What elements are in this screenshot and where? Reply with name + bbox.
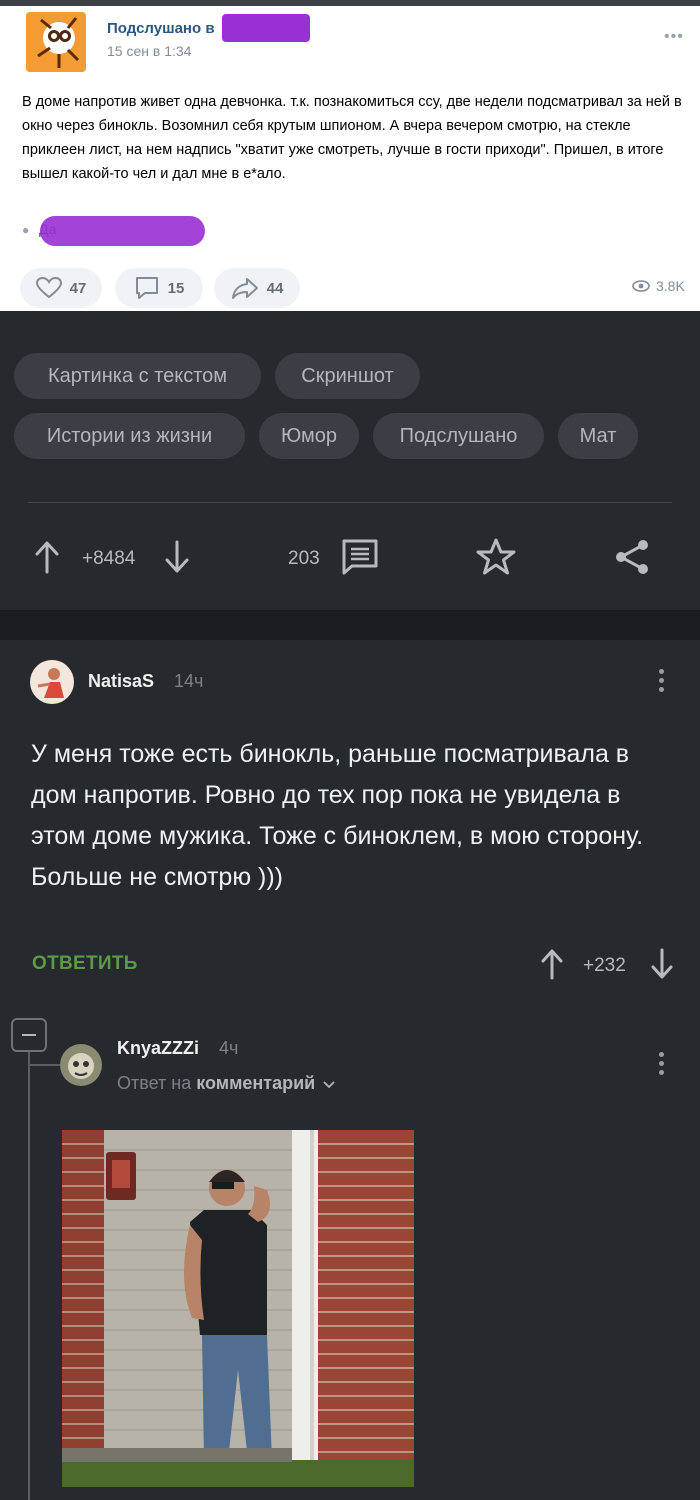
comment-text: У меня тоже есть бинокль, раньше посматр… <box>31 740 644 891</box>
collapse-thread-button[interactable] <box>11 1018 47 1052</box>
comment-time: 14ч <box>174 671 204 691</box>
chevron-down-icon <box>323 1081 335 1089</box>
share-icon <box>616 540 648 574</box>
comment-author[interactable]: KnyaZZZi <box>117 1038 199 1059</box>
upvote-button[interactable] <box>540 948 564 985</box>
eye-icon <box>632 280 650 292</box>
group-avatar <box>26 12 86 72</box>
arrow-up-icon <box>35 541 59 574</box>
arrow-up-icon <box>541 949 563 980</box>
views: 3.8K <box>632 278 685 294</box>
comment-count: 15 <box>167 279 185 297</box>
downvote-button[interactable] <box>650 948 674 985</box>
tag-chip[interactable]: Истории из жизни <box>14 413 245 459</box>
tag-chip[interactable]: Подслушано <box>373 413 544 459</box>
post-date: 15 сен в 1:34 <box>107 43 192 59</box>
post-comments-button[interactable] <box>340 538 380 581</box>
group-name[interactable]: Подслушано в <box>107 20 215 37</box>
downvote-button[interactable] <box>164 540 190 579</box>
vk-post-screenshot: Подслушано в 15 сен в 1:34 ••• В доме на… <box>0 0 700 311</box>
author-icon: ● <box>22 223 30 237</box>
post-comments-count: 203 <box>288 548 320 569</box>
share-button[interactable]: 44 <box>214 268 300 308</box>
save-button[interactable] <box>476 537 516 580</box>
redaction-mark <box>222 14 310 42</box>
comment-icon <box>135 277 158 299</box>
more-vertical-icon[interactable] <box>659 1052 664 1075</box>
more-vertical-icon[interactable] <box>659 669 664 692</box>
comment-author[interactable]: NatisaS <box>88 671 154 692</box>
section-separator <box>0 610 700 640</box>
comment-image[interactable] <box>62 1130 414 1487</box>
more-icon[interactable]: ••• <box>664 28 684 46</box>
star-icon <box>476 538 516 575</box>
post-text: В доме напротив живет одна девчонка. т.к… <box>22 94 682 182</box>
comment-rating: +232 <box>583 955 626 976</box>
reply-to[interactable]: Ответ на комментарий <box>117 1073 335 1094</box>
like-count: 47 <box>69 279 87 297</box>
arrow-down-icon <box>165 540 189 573</box>
divider <box>28 502 672 503</box>
comment-icon <box>342 539 378 575</box>
reply-target: комментарий <box>196 1073 316 1093</box>
share-button[interactable] <box>612 537 652 582</box>
thread-line <box>28 1052 30 1500</box>
views-count: 3.8K <box>656 278 685 294</box>
avatar[interactable] <box>30 660 74 704</box>
thread-branch <box>28 1064 60 1066</box>
post-rating: +8484 <box>82 548 136 569</box>
share-icon <box>231 278 258 299</box>
arrow-down-icon <box>651 948 673 979</box>
comment-button[interactable]: 15 <box>115 268 203 308</box>
upvote-button[interactable] <box>34 540 60 579</box>
redaction-mark <box>40 216 205 246</box>
reply-prefix: Ответ на <box>117 1073 192 1093</box>
comment-time: 4ч <box>219 1038 239 1058</box>
avatar[interactable] <box>60 1044 102 1086</box>
reply-button[interactable]: ОТВЕТИТЬ <box>32 953 138 975</box>
like-button[interactable]: 47 <box>20 268 102 308</box>
tag-chip[interactable]: Юмор <box>259 413 359 459</box>
tag-chip[interactable]: Картинка с текстом <box>14 353 261 399</box>
tag-chip[interactable]: Мат <box>558 413 638 459</box>
heart-icon <box>35 277 62 299</box>
share-count: 44 <box>266 279 284 297</box>
tag-chip[interactable]: Скриншот <box>275 353 420 399</box>
